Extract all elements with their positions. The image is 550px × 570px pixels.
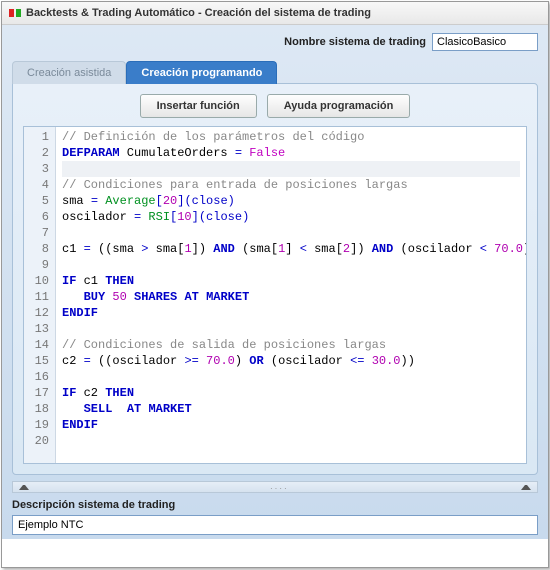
code-line[interactable]: BUY 50 SHARES AT MARKET: [62, 289, 520, 305]
collapse-up-icon: [19, 484, 29, 490]
description-input[interactable]: [12, 515, 538, 535]
code-line[interactable]: sma = Average[20](close): [62, 193, 520, 209]
help-programming-button[interactable]: Ayuda programación: [267, 94, 411, 118]
description-section: Descripción sistema de trading: [12, 497, 538, 535]
main-window: Backtests & Trading Automático - Creació…: [1, 1, 549, 568]
code-line[interactable]: DEFPARAM CumulateOrders = False: [62, 145, 520, 161]
window-title: Backtests & Trading Automático - Creació…: [26, 7, 371, 19]
code-editor[interactable]: 1234567891011121314151617181920 // Defin…: [23, 126, 527, 464]
description-label: Descripción sistema de trading: [12, 497, 538, 513]
tab-programming-creation[interactable]: Creación programando: [126, 61, 277, 84]
app-icon: [8, 6, 22, 20]
code-line[interactable]: [62, 257, 520, 273]
code-line[interactable]: [62, 369, 520, 385]
titlebar: Backtests & Trading Automático - Creació…: [2, 2, 548, 25]
insert-function-button[interactable]: Insertar función: [140, 94, 257, 118]
system-name-row: Nombre sistema de trading: [12, 33, 538, 51]
code-line[interactable]: ENDIF: [62, 417, 520, 433]
code-line[interactable]: [62, 321, 520, 337]
code-line[interactable]: // Condiciones de salida de posiciones l…: [62, 337, 520, 353]
content-area: Nombre sistema de trading Creación asist…: [2, 25, 548, 539]
system-name-input[interactable]: [432, 33, 538, 51]
code-line[interactable]: [62, 161, 520, 177]
code-line[interactable]: c2 = ((oscilador >= 70.0) OR (oscilador …: [62, 353, 520, 369]
tab-assisted-creation[interactable]: Creación asistida: [12, 61, 126, 84]
code-line[interactable]: // Condiciones para entrada de posicione…: [62, 177, 520, 193]
collapse-up-icon: [521, 484, 531, 490]
splitter[interactable]: ····: [12, 481, 538, 493]
code-line[interactable]: IF c2 THEN: [62, 385, 520, 401]
code-line[interactable]: [62, 225, 520, 241]
code-line[interactable]: SELL AT MARKET: [62, 401, 520, 417]
code-line[interactable]: // Definición de los parámetros del códi…: [62, 129, 520, 145]
code-area[interactable]: // Definición de los parámetros del códi…: [56, 127, 526, 463]
tab-panel-programming: Insertar función Ayuda programación 1234…: [12, 83, 538, 475]
tabs: Creación asistida Creación programando: [12, 61, 538, 84]
code-line[interactable]: [62, 433, 520, 449]
code-line[interactable]: ENDIF: [62, 305, 520, 321]
code-line[interactable]: IF c1 THEN: [62, 273, 520, 289]
code-line[interactable]: c1 = ((sma > sma[1]) AND (sma[1] < sma[2…: [62, 241, 520, 257]
system-name-label: Nombre sistema de trading: [284, 36, 426, 48]
line-gutter: 1234567891011121314151617181920: [24, 127, 56, 463]
code-line[interactable]: oscilador = RSI[10](close): [62, 209, 520, 225]
toolbar: Insertar función Ayuda programación: [23, 94, 527, 118]
splitter-grip-icon: ····: [270, 484, 280, 490]
